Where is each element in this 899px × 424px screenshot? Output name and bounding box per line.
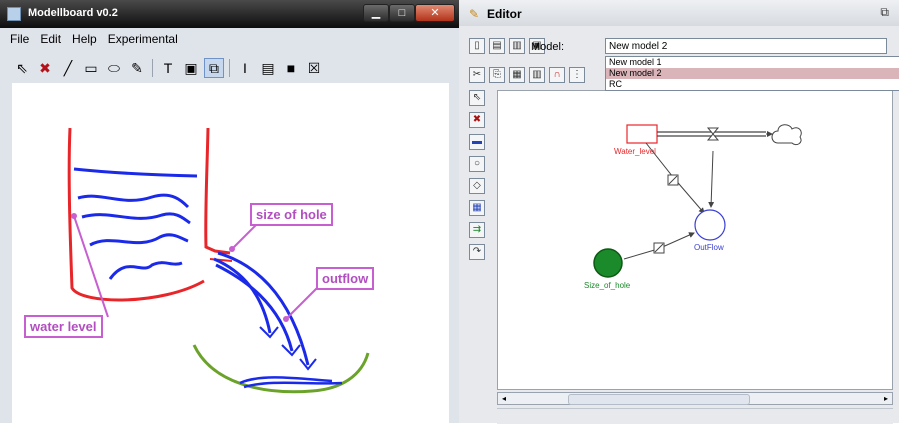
editor-title: Editor	[487, 7, 522, 21]
text-cursor-tool-icon[interactable]: I	[235, 58, 255, 78]
restore-window-icon[interactable]: ⧉	[880, 5, 889, 20]
model-option[interactable]: New model 1	[606, 57, 899, 68]
editor-titlebar: ✎ Editor ⧉	[459, 0, 899, 26]
model-label: Model:	[531, 41, 565, 53]
cloud-sink	[771, 124, 802, 146]
copy-icon[interactable]: ⎘	[489, 67, 505, 83]
window-controls: ▁ □ ✕	[363, 4, 455, 22]
maximize-icon[interactable]: □	[389, 4, 415, 22]
size-of-hole-label: Size_of_hole	[584, 281, 631, 290]
label-tool-icon[interactable]: ▣	[181, 58, 201, 78]
layout-icon[interactable]: ⋮	[569, 67, 585, 83]
model-select[interactable]: New model 2	[605, 38, 887, 54]
delete-tool-icon[interactable]: ✖	[35, 58, 55, 78]
line-tool-icon[interactable]: ╱	[58, 58, 78, 78]
model-option[interactable]: RC	[606, 79, 899, 90]
menu-experimental[interactable]: Experimental	[108, 32, 178, 52]
drawing-toolbar: ⇖ ✖ ╱ ▭ ⬭ ✎ T ▣ ⧉ I ▤ ■ ☒	[12, 57, 324, 79]
outflow-annotation[interactable]: outflow	[316, 267, 375, 290]
minimize-icon[interactable]: ▁	[363, 4, 389, 22]
sketch-canvas[interactable]: size of hole outflow water level	[12, 83, 449, 423]
editor-toolbar-edit: ✂ ⎘ ▦ ▥ ∩ ⋮	[469, 67, 585, 83]
pen-tool-icon[interactable]: ✎	[127, 58, 147, 78]
water-level-annotation[interactable]: water level	[24, 315, 103, 338]
toolbar-separator	[152, 59, 153, 77]
scroll-right-icon[interactable]: ▸	[880, 393, 892, 404]
auxiliary-icon[interactable]: ○	[469, 156, 485, 172]
delete-icon[interactable]: ✖	[469, 112, 485, 128]
left-titlebar: Modellboard v0.2 ▁ □ ✕	[0, 0, 459, 28]
menu-edit[interactable]: Edit	[40, 32, 61, 52]
size-of-hole-annotation[interactable]: size of hole	[250, 203, 333, 226]
status-bar	[497, 408, 893, 424]
horizontal-scrollbar[interactable]: ◂ ▸	[497, 392, 893, 405]
close-icon[interactable]: ✕	[415, 4, 455, 22]
app-icon	[7, 7, 21, 21]
cut-icon[interactable]: ✂	[469, 67, 485, 83]
stock-icon[interactable]: ▬	[469, 134, 485, 150]
editor-window: ✎ Editor ⧉ ▯ ▤ ▥ ▣ Model: New model 2 Ne…	[459, 0, 899, 424]
ellipse-tool-icon[interactable]: ⬭	[104, 58, 124, 78]
thin-stroke-icon[interactable]: ▤	[258, 58, 278, 78]
model-diagram-canvas[interactable]: Water_level OutFlow Size_of_hole	[497, 90, 893, 390]
thick-stroke-icon[interactable]: ■	[281, 58, 301, 78]
tank-right-wall	[204, 127, 231, 255]
window-title: Modellboard v0.2	[28, 7, 118, 19]
open-copy-icon[interactable]: ▥	[509, 38, 525, 54]
size-of-hole-constant	[593, 248, 623, 278]
outflow-label: OutFlow	[694, 243, 724, 252]
flow-icon[interactable]: ⇉	[469, 222, 485, 238]
water-level-stock	[626, 124, 658, 144]
model-option[interactable]: New model 2	[606, 68, 899, 79]
open-icon[interactable]: ▤	[489, 38, 505, 54]
basin	[192, 344, 370, 394]
menu-file[interactable]: File	[10, 32, 29, 52]
table-icon[interactable]: ▦	[469, 200, 485, 216]
text-tool-icon[interactable]: T	[158, 58, 178, 78]
rectangle-tool-icon[interactable]: ▭	[81, 58, 101, 78]
trash-icon[interactable]: ▥	[529, 67, 545, 83]
pen-icon: ✎	[469, 7, 480, 21]
outflow-auxiliary	[694, 209, 726, 241]
scroll-left-icon[interactable]: ◂	[498, 393, 510, 404]
menu-help[interactable]: Help	[72, 32, 97, 52]
scroll-thumb[interactable]	[568, 394, 750, 405]
magnet-icon[interactable]: ∩	[549, 67, 565, 83]
menu-bar: File Edit Help Experimental	[10, 32, 178, 52]
water-level-label: Water_level	[614, 147, 656, 156]
connector-icon[interactable]: ↷	[469, 244, 485, 260]
select-tool-icon[interactable]: ⇖	[12, 58, 32, 78]
model-dropdown-list: New model 1 New model 2 RC	[605, 56, 899, 91]
toolbar-separator	[229, 59, 230, 77]
new-file-icon[interactable]: ▯	[469, 38, 485, 54]
no-fill-icon[interactable]: ☒	[304, 58, 324, 78]
paste-icon[interactable]: ▦	[509, 67, 525, 83]
editor-palette: ⇖ ✖ ▬ ○ ◇ ▦ ⇉ ↷	[469, 90, 485, 260]
modellboard-window: Modellboard v0.2 ▁ □ ✕ File Edit Help Exper…	[0, 0, 459, 423]
connect-tool-icon[interactable]: ⧉	[204, 58, 224, 78]
constant-icon[interactable]: ◇	[469, 178, 485, 194]
select-arrow-icon[interactable]: ⇖	[469, 90, 485, 106]
